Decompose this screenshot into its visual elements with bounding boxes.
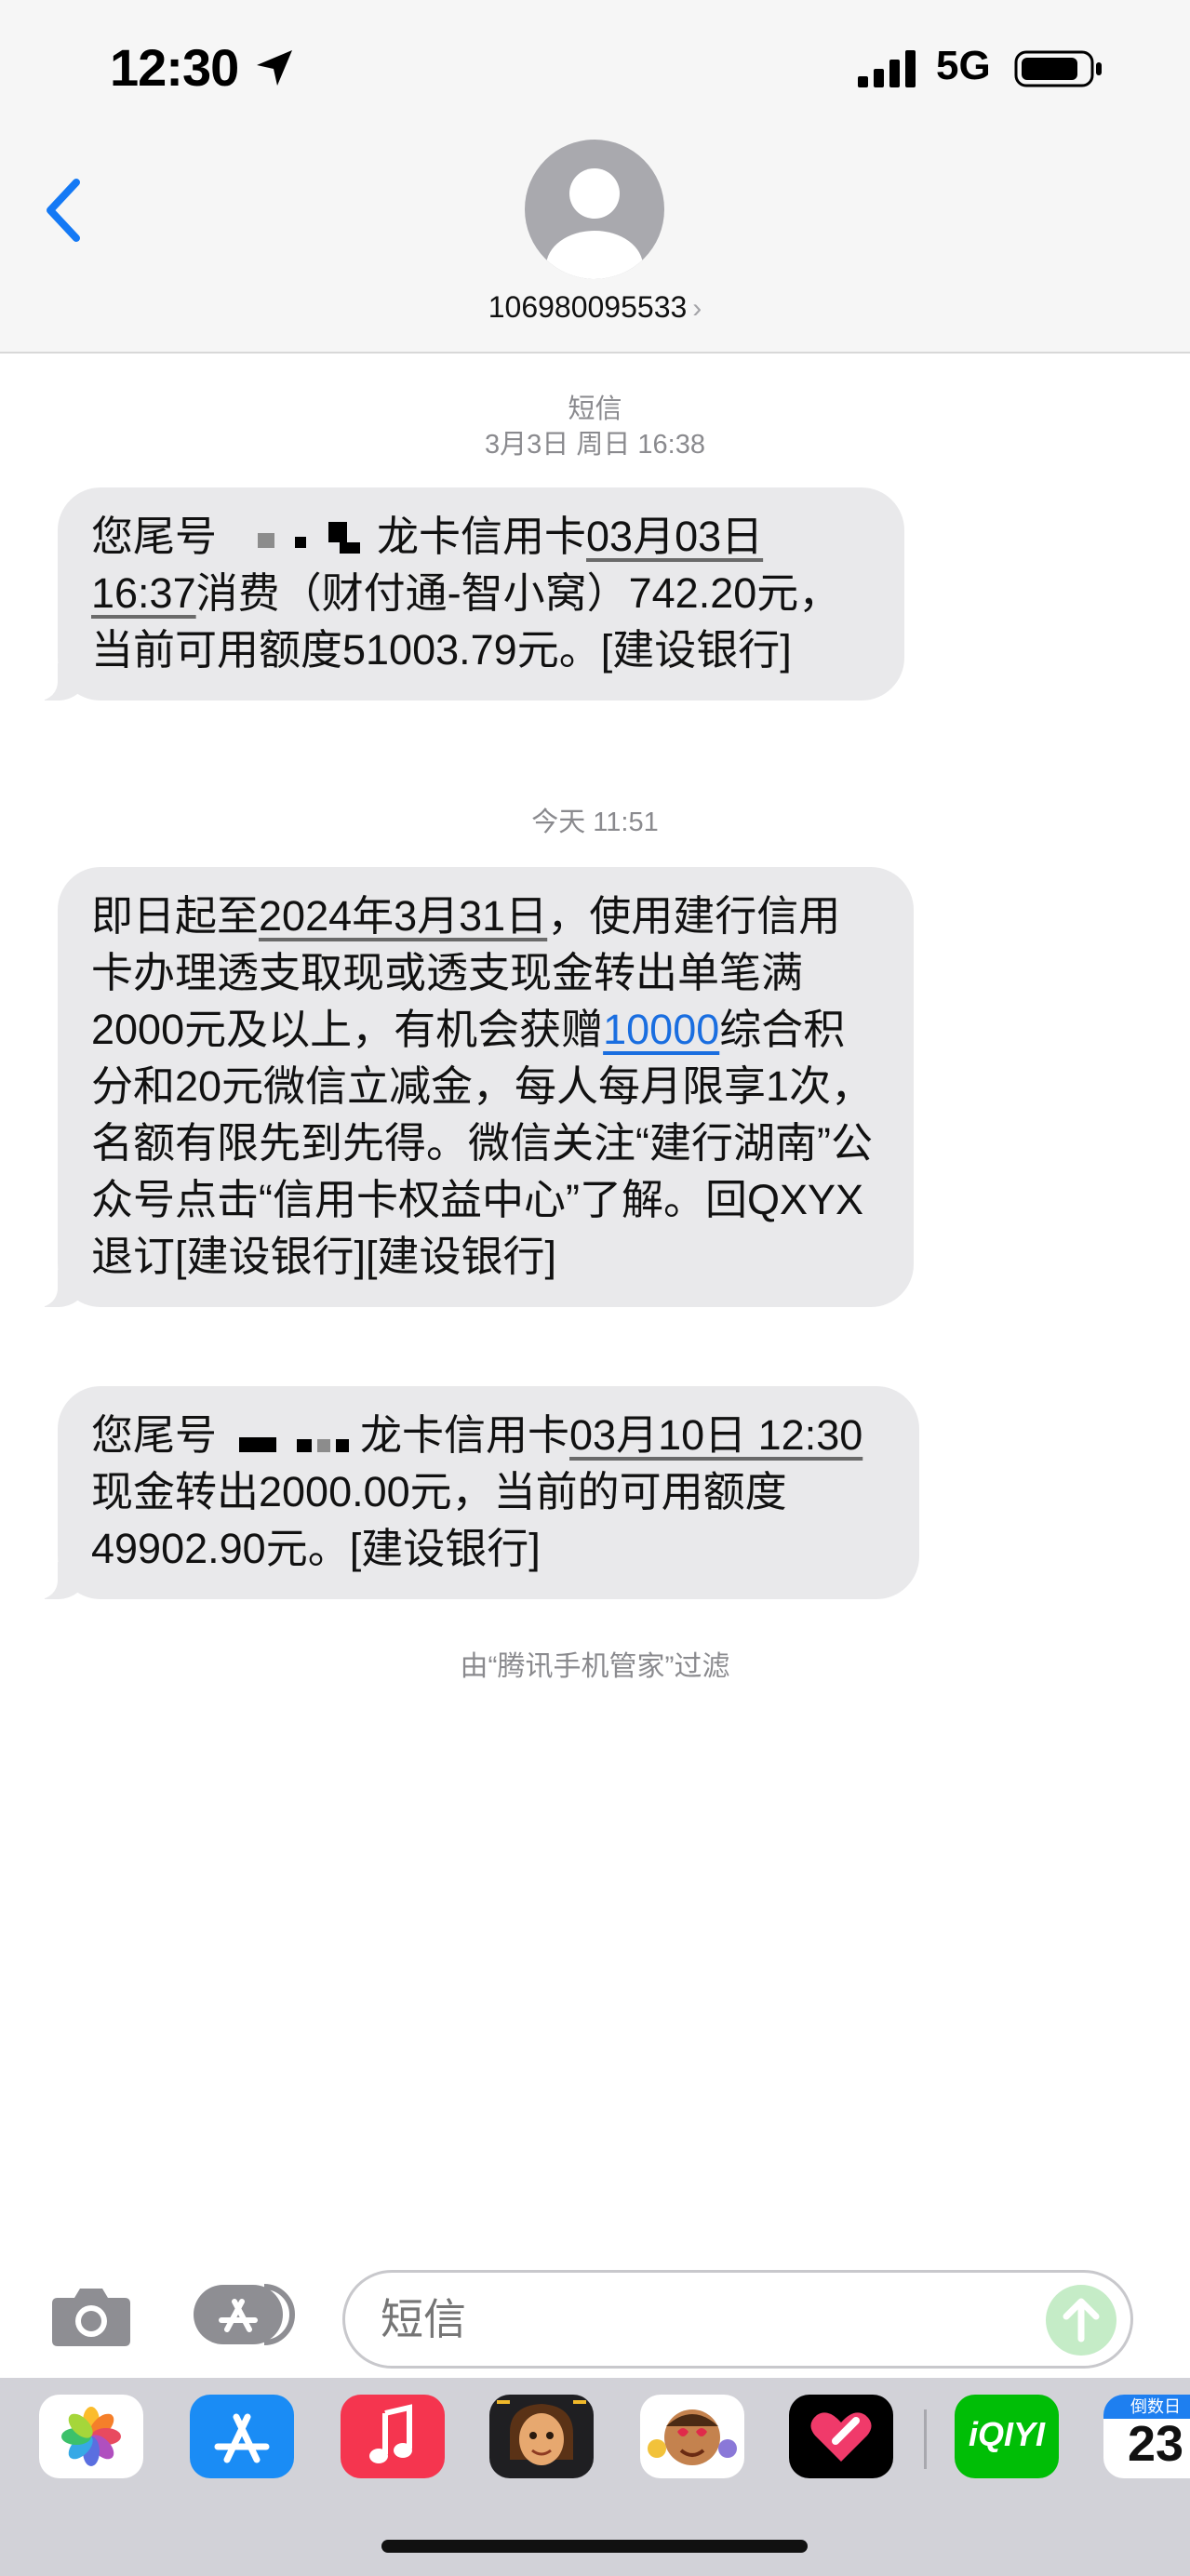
conversation-header: 12:30 5G 106980095533 › xyxy=(0,0,1190,354)
home-indicator xyxy=(381,2540,808,2553)
memoji-app-icon[interactable] xyxy=(489,2395,594,2478)
message-text: 现金转出2000.00元，当前的可用额度49902.90元。[建设银行] xyxy=(91,1468,787,1572)
contact-name-row[interactable]: 106980095533 › xyxy=(0,290,1190,325)
date-link[interactable]: 03月10日 12:30 xyxy=(569,1411,862,1459)
contact-avatar[interactable] xyxy=(525,140,664,279)
message-type-label: 短信 xyxy=(568,394,622,424)
animoji-stickers-app-icon[interactable] xyxy=(640,2395,744,2478)
message-text: 您尾号 xyxy=(91,1411,218,1459)
timestamp-label: 3月3日 周日 16:38 xyxy=(485,430,705,460)
message-text: 消费（财付通-智小窝）742.20元，当前可用额度51003.79元。[建设银行… xyxy=(91,569,841,674)
back-chevron-icon[interactable] xyxy=(41,173,87,247)
date-link[interactable]: 2024年3月31日 xyxy=(259,892,547,940)
countdown-number: 23 xyxy=(1127,2416,1184,2472)
number-link[interactable]: 10000 xyxy=(603,1006,719,1053)
timestamp-label: 今天 11:51 xyxy=(531,808,659,837)
digital-touch-app-icon[interactable] xyxy=(789,2395,893,2478)
network-type: 5G xyxy=(936,43,991,88)
music-app-icon[interactable] xyxy=(341,2395,445,2478)
location-arrow-icon xyxy=(257,50,292,86)
send-arrow-icon[interactable] xyxy=(1046,2285,1116,2356)
iqiyi-app-icon[interactable]: iQIYI xyxy=(955,2395,1059,2478)
contact-chevron-icon: › xyxy=(692,293,702,324)
message-bubble[interactable]: 您尾号 龙卡信用卡03月03日 16:37消费（财付通-智小窝）742.20元，当… xyxy=(26,487,904,701)
iqiyi-label: iQIYI xyxy=(968,2415,1046,2453)
message-bubble[interactable]: 即日起至2024年3月31日，使用建行信用卡办理透支取现或透支现金转出单笔满20… xyxy=(26,867,914,1307)
app-store-app-icon[interactable] xyxy=(190,2395,294,2478)
app-divider xyxy=(924,2409,927,2469)
message-text: 龙卡信用卡 xyxy=(377,513,587,560)
battery-icon xyxy=(1014,50,1102,87)
cellular-signal-icon xyxy=(858,50,916,87)
redacted-card-digits xyxy=(217,1417,360,1460)
redacted-card-digits xyxy=(217,518,377,561)
status-time: 12:30 xyxy=(110,38,239,97)
contact-number: 106980095533 xyxy=(488,290,688,324)
message-bubble[interactable]: 您尾号 龙卡信用卡03月10日 12:30 现金转出2000.00元，当前的可用额度… xyxy=(26,1386,919,1599)
countdown-days-app-icon[interactable]: 倒数日 23 xyxy=(1103,2395,1190,2478)
filter-note: 由“腾讯手机管家”过滤 xyxy=(460,1651,730,1682)
photos-app-icon[interactable] xyxy=(39,2395,143,2478)
app-store-icon[interactable] xyxy=(192,2281,296,2348)
message-text: 龙卡信用卡 xyxy=(360,1411,570,1459)
message-text: 您尾号 xyxy=(91,513,218,560)
message-input[interactable] xyxy=(342,2270,1133,2369)
message-text: 即日起至 xyxy=(91,892,260,940)
camera-icon[interactable] xyxy=(48,2281,134,2348)
